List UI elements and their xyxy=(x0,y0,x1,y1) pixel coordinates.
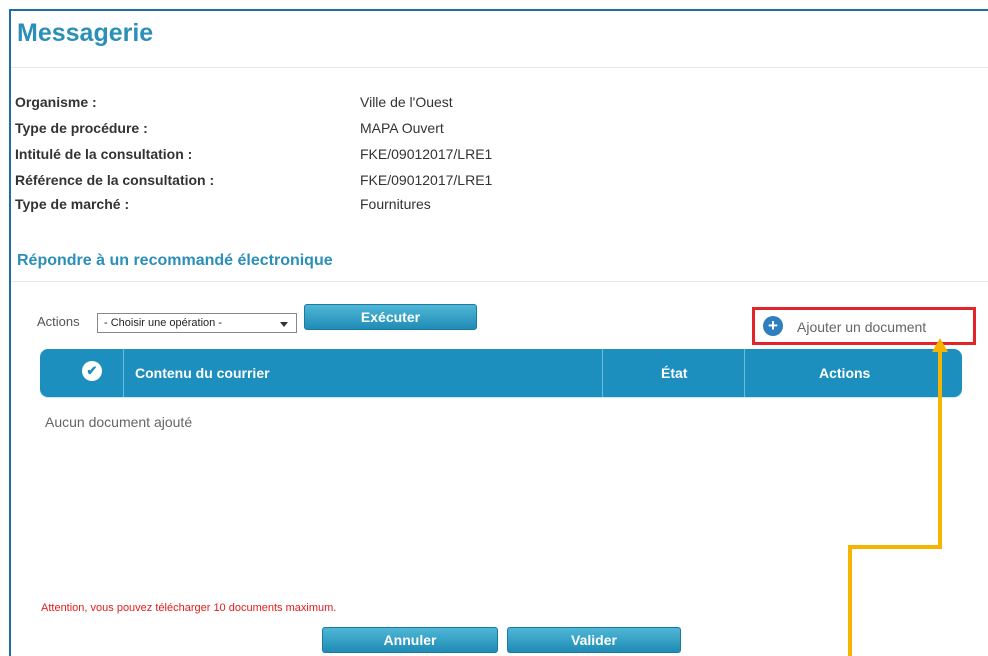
title-divider xyxy=(11,67,988,68)
cancel-button[interactable]: Annuler xyxy=(322,627,498,653)
annotation-arrow-connector xyxy=(848,545,942,549)
organisme-value: Ville de l'Ouest xyxy=(360,94,453,110)
column-header-actions: Actions xyxy=(819,365,871,381)
annotation-arrow-head xyxy=(932,338,948,352)
validate-button[interactable]: Valider xyxy=(507,627,681,653)
warning-text: Attention, vous pouvez télécharger 10 do… xyxy=(41,602,337,614)
procedure-type-label: Type de procédure : xyxy=(15,120,148,136)
column-header-state: État xyxy=(661,365,688,381)
consultation-title-value: FKE/09012017/LRE1 xyxy=(360,146,493,162)
table-header: ✔ Contenu du courrier État Actions xyxy=(40,349,962,397)
check-all-icon[interactable]: ✔ xyxy=(82,361,102,381)
organisme-label: Organisme : xyxy=(15,94,97,110)
operation-select-value: - Choisir une opération - xyxy=(104,317,223,329)
annotation-arrow-tail xyxy=(848,545,852,656)
add-document-label: Ajouter un document xyxy=(797,319,927,335)
market-type-value: Fournitures xyxy=(360,196,431,212)
consultation-reference-label: Référence de la consultation : xyxy=(15,172,215,188)
empty-table-message: Aucun document ajouté xyxy=(45,414,193,430)
section-divider xyxy=(11,281,988,282)
chevron-down-icon xyxy=(280,322,288,327)
market-type-label: Type de marché : xyxy=(15,196,130,212)
column-header-content: Contenu du courrier xyxy=(135,365,270,381)
actions-label: Actions xyxy=(37,314,80,329)
procedure-type-value: MAPA Ouvert xyxy=(360,120,444,136)
execute-button[interactable]: Exécuter xyxy=(304,304,477,330)
page-title: Messagerie xyxy=(17,19,154,47)
section-title: Répondre à un recommandé électronique xyxy=(17,252,333,269)
column-divider xyxy=(602,349,603,397)
plus-circle-icon: + xyxy=(763,316,783,336)
consultation-reference-value: FKE/09012017/LRE1 xyxy=(360,172,493,188)
operation-select[interactable]: - Choisir une opération - xyxy=(97,313,297,333)
annotation-arrow-shaft xyxy=(938,352,942,548)
consultation-title-label: Intitulé de la consultation : xyxy=(15,146,193,162)
column-divider xyxy=(123,349,124,397)
column-divider xyxy=(744,349,745,397)
